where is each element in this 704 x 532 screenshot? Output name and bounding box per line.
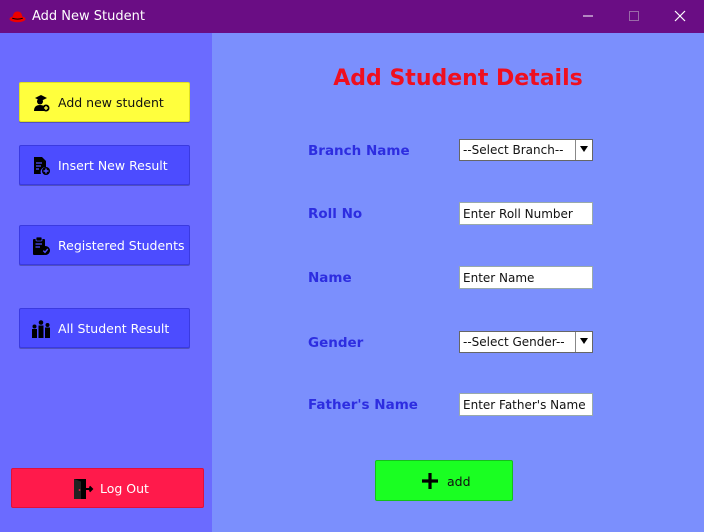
document-add-icon — [34, 157, 50, 175]
student-add-icon — [34, 95, 50, 112]
window-title: Add New Student — [32, 9, 145, 24]
close-icon — [674, 10, 686, 22]
fathers-name-input[interactable]: Enter Father's Name — [459, 393, 593, 416]
page-title: Add Student Details — [333, 66, 583, 91]
group-icon — [32, 320, 50, 338]
nav-item-label: Registered Students — [58, 238, 185, 253]
all-student-result-button[interactable]: All Student Result — [19, 308, 190, 348]
branch-dropdown-arrow[interactable] — [575, 140, 592, 160]
maximize-button[interactable] — [611, 0, 657, 33]
logout-door-icon — [74, 479, 94, 499]
registered-students-button[interactable]: Registered Students — [19, 225, 190, 265]
add-button-label: add — [447, 474, 471, 489]
roll-no-label: Roll No — [308, 206, 363, 222]
chevron-down-icon — [580, 146, 588, 152]
title-bar[interactable]: Add New Student — [0, 0, 704, 33]
redhat-logo-icon — [9, 11, 26, 23]
nav-item-label: All Student Result — [58, 321, 170, 336]
sidebar: Add new student Insert New Result Regist… — [0, 33, 212, 532]
insert-new-result-button[interactable]: Insert New Result — [19, 145, 190, 185]
gender-select-value: --Select Gender-- — [463, 335, 565, 349]
roll-number-input[interactable]: Enter Roll Number — [459, 202, 593, 225]
app-window: Add New Student Add new student Insert N… — [0, 0, 704, 532]
logout-button[interactable]: Log Out — [11, 468, 204, 508]
gender-label: Gender — [308, 335, 364, 351]
minimize-icon — [583, 15, 593, 17]
gender-select[interactable]: --Select Gender-- — [459, 331, 593, 353]
nav-item-label: Insert New Result — [58, 158, 168, 173]
name-label: Name — [308, 270, 352, 286]
gender-dropdown-arrow[interactable] — [575, 332, 592, 352]
fathers-name-label: Father's Name — [308, 397, 418, 413]
name-input[interactable]: Enter Name — [459, 266, 593, 289]
add-button[interactable]: add — [375, 460, 513, 501]
branch-select-value: --Select Branch-- — [463, 143, 564, 157]
nav-item-label: Add new student — [58, 95, 164, 110]
branch-select[interactable]: --Select Branch-- — [459, 139, 593, 161]
plus-icon — [422, 473, 438, 489]
main-form-panel: Add Student Details Branch Name --Select… — [212, 33, 704, 532]
maximize-icon — [629, 11, 639, 21]
minimize-button[interactable] — [565, 0, 611, 33]
clipboard-check-icon — [33, 236, 50, 255]
logout-label: Log Out — [100, 481, 149, 496]
chevron-down-icon — [580, 338, 588, 344]
close-button[interactable] — [657, 0, 703, 33]
add-new-student-button[interactable]: Add new student — [19, 82, 190, 122]
branch-name-label: Branch Name — [308, 143, 410, 159]
